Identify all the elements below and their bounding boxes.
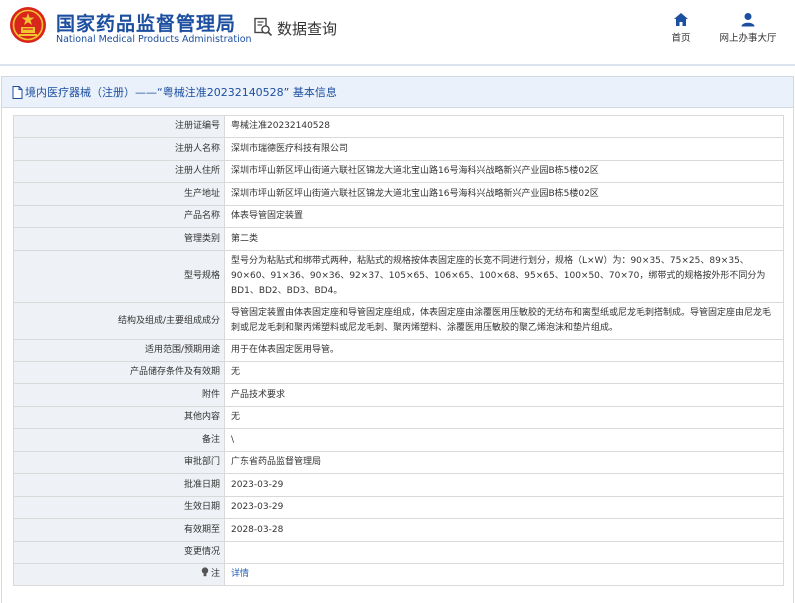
nav-online-hall[interactable]: 网上办事大厅 [714, 12, 782, 44]
data-query-icon [254, 17, 273, 37]
row-label: 管理类别 [13, 227, 225, 251]
table-row: 注详情 [13, 563, 784, 586]
row-label: 审批部门 [13, 451, 225, 474]
table-row: 注册证编号 粤械注准20232140528 [13, 115, 784, 138]
row-label: 附件 [13, 383, 225, 407]
row-label: 结构及组成/主要组成成分 [13, 302, 225, 340]
row-label-text: 管理类别 [183, 233, 220, 244]
row-label-text: 注册人名称 [174, 143, 220, 154]
row-label-text: 有效期至 [183, 524, 220, 535]
row-value: 2023-03-29 [224, 496, 784, 519]
row-label: 备注 [13, 428, 225, 452]
row-value [224, 541, 784, 564]
row-label: 生产地址 [13, 182, 225, 206]
table-row: 生效日期 2023-03-29 [13, 496, 784, 519]
panel-header: 境内医疗器械（注册）——“粤械注准20232140528” 基本信息 [2, 77, 793, 108]
row-label-text: 批准日期 [183, 479, 220, 490]
detail-panel: 境内医疗器械（注册）——“粤械注准20232140528” 基本信息 注册证编号… [1, 76, 794, 603]
table-row: 其他内容无 [13, 406, 784, 429]
row-label-text: 附件 [201, 389, 220, 400]
row-label: 产品储存条件及有效期 [13, 361, 225, 384]
row-label-text: 生效日期 [183, 502, 220, 512]
table-row: 生产地址 深圳市坪山新区坪山街道六联社区锦龙大道北宝山路16号海科兴战略新兴产业园… [13, 182, 784, 206]
table-row: 产品名称 体表导管固定装置 [13, 205, 784, 228]
row-label: 产品名称 [13, 205, 225, 228]
row-label-text: 适用范围/预期用途 [144, 345, 220, 355]
table-row: 管理类别 第二类 [13, 227, 784, 251]
row-value: \ [224, 428, 784, 452]
row-label-text: 备注 [201, 434, 220, 445]
table-row: 注册人名称 深圳市瑞德医疗科技有限公司 [13, 137, 784, 161]
row-label: 注册证编号 [13, 115, 225, 138]
row-label-text: 生产地址 [183, 188, 220, 199]
row-label-text: 注册人住所 [174, 166, 220, 176]
nav-home[interactable]: 首页 [666, 12, 696, 44]
brand-title: 国家药品监督管理局 [56, 13, 237, 35]
row-label: 有效期至 [13, 518, 225, 542]
table-row: 结构及组成/主要组成成分 导管固定装置由体表固定座和导管固定座组成，体表固定座由涂… [13, 302, 784, 340]
row-label-text: 变更情况 [183, 547, 220, 557]
row-value: 用于在体表固定医用导管。 [224, 339, 784, 362]
document-icon [12, 85, 23, 99]
header-divider [0, 64, 795, 66]
row-label-text: 审批部门 [183, 457, 220, 467]
table-row: 备注 \ [13, 428, 784, 452]
row-label: 变更情况 [13, 541, 225, 564]
panel-title: 境内医疗器械（注册）——“粤械注准20232140528” 基本信息 [25, 86, 337, 99]
nav-home-label: 首页 [671, 33, 691, 44]
row-value: 无 [224, 406, 784, 429]
table-row: 附件 产品技术要求 [13, 383, 784, 407]
brand-subtitle: National Medical Products Administration [56, 34, 252, 45]
row-value: 深圳市坪山新区坪山街道六联社区锦龙大道北宝山路16号海科兴战略新兴产业园B栋5楼… [224, 160, 784, 183]
row-label: 其他内容 [13, 406, 225, 429]
row-label-text: 结构及组成/主要组成成分 [117, 315, 220, 326]
row-value: 深圳市坪山新区坪山街道六联社区锦龙大道北宝山路16号海科兴战略新兴产业园B栋5楼… [224, 182, 784, 206]
home-icon [674, 13, 688, 26]
row-value: 体表导管固定装置 [224, 205, 784, 228]
registration-info-table: 注册证编号 粤械注准20232140528 注册人名称 深圳市瑞德医疗科技有限公司 注册… [13, 115, 784, 586]
row-label: 生效日期 [13, 496, 225, 519]
table-row: 产品储存条件及有效期无 [13, 361, 784, 384]
row-value: 型号分为粘贴式和绑带式两种，粘贴式的规格按体表固定座的长宽不同进行划分，规格（L… [224, 250, 784, 303]
table-row: 注册人住所 深圳市坪山新区坪山街道六联社区锦龙大道北宝山路16号海科兴战略新兴产业… [13, 160, 784, 183]
table-row: 有效期至 2028-03-28 [13, 518, 784, 542]
row-value: 粤械注准20232140528 [224, 115, 784, 138]
site-header: 国家药品监督管理局 National Medical Products Admi… [0, 0, 795, 56]
national-emblem-icon [10, 7, 46, 43]
row-label-text: 注 [210, 569, 220, 579]
row-label-text: 产品名称 [183, 211, 220, 221]
module-title: 数据查询 [277, 20, 338, 38]
row-label-text: 其他内容 [183, 412, 220, 422]
row-label-text: 产品储存条件及有效期 [129, 367, 220, 377]
details-link[interactable]: 详情 [224, 563, 784, 586]
row-value: 无 [224, 361, 784, 384]
bulb-icon [201, 567, 209, 577]
user-icon [741, 13, 755, 27]
row-label-text: 型号规格 [183, 271, 220, 281]
row-label-text: 注册证编号 [174, 121, 220, 131]
row-label: 注册人住所 [13, 160, 225, 183]
row-label: 适用范围/预期用途 [13, 339, 225, 362]
row-label: 型号规格 [13, 250, 225, 303]
row-value: 产品技术要求 [224, 383, 784, 407]
row-value: 导管固定装置由体表固定座和导管固定座组成，体表固定座由涂覆医用压敏胶的无纺布和离… [224, 302, 784, 340]
row-label: 注册人名称 [13, 137, 225, 161]
row-value: 深圳市瑞德医疗科技有限公司 [224, 137, 784, 161]
row-label: 注 [13, 563, 225, 586]
table-row: 审批部门 广东省药品监督管理局 [13, 451, 784, 474]
table-row: 适用范围/预期用途 用于在体表固定医用导管。 [13, 339, 784, 362]
row-value: 第二类 [224, 227, 784, 251]
row-value: 广东省药品监督管理局 [224, 451, 784, 474]
row-value: 2028-03-28 [224, 518, 784, 542]
table-row: 变更情况 [13, 541, 784, 564]
row-label: 批准日期 [13, 473, 225, 497]
table-row: 型号规格 型号分为粘贴式和绑带式两种，粘贴式的规格按体表固定座的长宽不同进行划分，… [13, 250, 784, 303]
nav-online-hall-label: 网上办事大厅 [719, 33, 777, 44]
table-row: 批准日期 2023-03-29 [13, 473, 784, 497]
row-value: 2023-03-29 [224, 473, 784, 497]
